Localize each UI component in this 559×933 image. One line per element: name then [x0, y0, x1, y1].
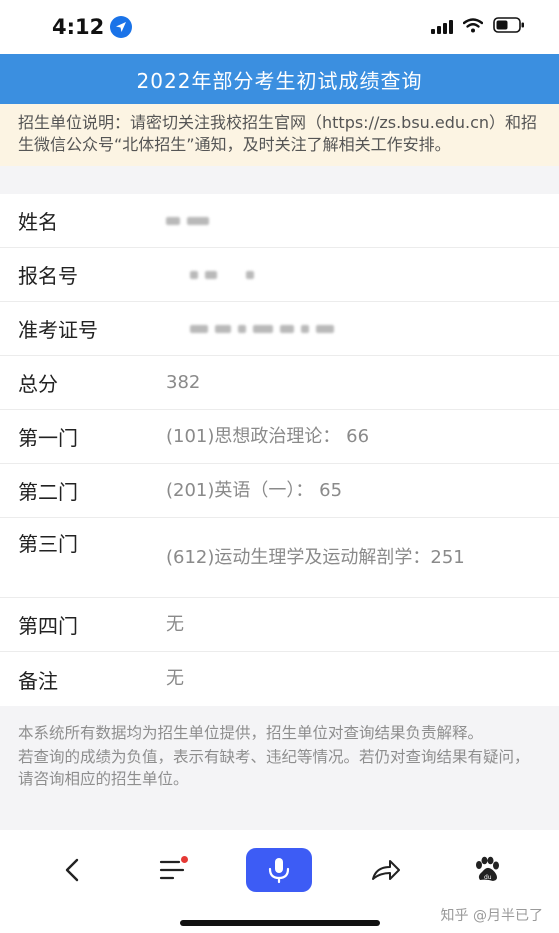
- name-value-redacted: [166, 208, 216, 234]
- menu-button[interactable]: [146, 848, 200, 892]
- status-bar: 4:12: [0, 0, 559, 54]
- status-indicators: [431, 17, 525, 37]
- subject-3-value: (612)运动生理学及运动解剖学：251: [166, 546, 465, 568]
- total-label: 总分: [18, 372, 58, 396]
- ticket-value-redacted: [166, 316, 341, 342]
- baidu-paw-icon: du: [475, 856, 499, 881]
- chevron-left-icon: [66, 858, 79, 882]
- name-label: 姓名: [18, 210, 58, 234]
- notification-dot: [180, 856, 188, 863]
- microphone-icon: [269, 858, 290, 884]
- admission-notice: 招生单位说明：请密切关注我校招生官网（https://zs.bsu.edu.cn…: [0, 104, 559, 166]
- cellular-signal-icon: [431, 20, 453, 34]
- battery-icon: [493, 17, 525, 37]
- ticket-label: 准考证号: [18, 318, 98, 342]
- subject-4-value: 无: [166, 613, 184, 635]
- total-value: 382: [166, 371, 201, 393]
- browser-toolbar: du 知乎 @月半已了: [0, 843, 559, 933]
- subject-1-value: (101)思想政治理论： 66: [166, 425, 370, 447]
- disclaimer: 本系统所有数据均为招生单位提供，招生单位对查询结果负责解释。 若查询的成绩为负值…: [0, 706, 559, 830]
- registration-label: 报名号: [18, 264, 78, 288]
- disclaimer-line-2: 若查询的成绩为负值，表示有缺考、违纪等情况。若仍对查询结果有疑问，请咨询相应的招…: [18, 748, 530, 788]
- subject-2-value: (201)英语（一）： 65: [166, 479, 343, 501]
- wifi-icon: [462, 17, 484, 37]
- remark-label: 备注: [18, 668, 58, 693]
- subject-3-label: 第三门: [18, 532, 78, 556]
- row-registration: 报名号: [0, 248, 559, 302]
- disclaimer-line-1: 本系统所有数据均为招生单位提供，招生单位对查询结果负责解释。: [18, 724, 484, 742]
- score-table: 姓名 报名号 准考证号 总分 382 第一门 (101)思想政治理论： 66 第…: [0, 194, 559, 706]
- row-remark: 备注 无: [0, 652, 559, 706]
- location-arrow-icon: [110, 16, 133, 38]
- back-button[interactable]: [45, 848, 99, 892]
- subject-1-label: 第一门: [18, 426, 78, 450]
- section-gap: [0, 166, 559, 194]
- row-subject-2: 第二门 (201)英语（一）： 65: [0, 464, 559, 518]
- status-time-group: 4:12: [52, 15, 133, 39]
- row-subject-3: 第三门 (612)运动生理学及运动解剖学：251: [0, 518, 559, 598]
- subject-4-label: 第四门: [18, 614, 78, 638]
- svg-text:du: du: [484, 874, 492, 881]
- row-subject-4: 第四门 无: [0, 598, 559, 652]
- status-time: 4:12: [52, 15, 105, 39]
- registration-value-redacted: [166, 262, 261, 288]
- toolbar-buttons: du: [0, 843, 559, 897]
- share-arrow-icon: [372, 860, 401, 880]
- watermark: 知乎 @月半已了: [440, 908, 543, 924]
- page-title: 2022年部分考生初试成绩查询: [0, 54, 559, 104]
- remark-value: 无: [166, 668, 184, 689]
- row-subject-1: 第一门 (101)思想政治理论： 66: [0, 410, 559, 464]
- row-name: 姓名: [0, 194, 559, 248]
- home-indicator[interactable]: [180, 920, 380, 926]
- row-total: 总分 382: [0, 356, 559, 410]
- baidu-button[interactable]: du: [460, 848, 514, 892]
- subject-2-label: 第二门: [18, 480, 78, 504]
- voice-search-button[interactable]: [246, 848, 313, 892]
- share-button[interactable]: [359, 848, 413, 892]
- row-ticket: 准考证号: [0, 302, 559, 356]
